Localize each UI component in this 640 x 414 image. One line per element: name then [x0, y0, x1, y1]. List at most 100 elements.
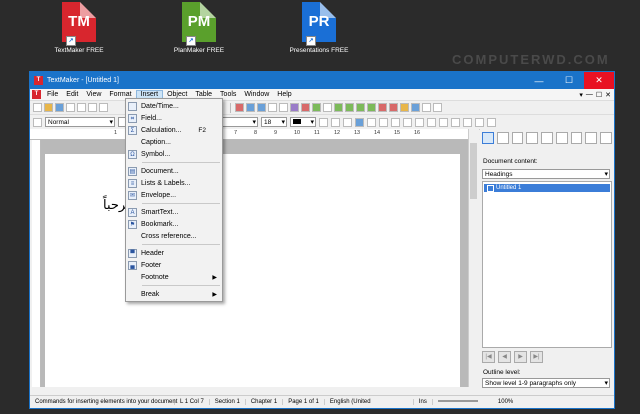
accept-change-icon[interactable] — [356, 103, 365, 112]
menu-item-header[interactable]: ▀ Header — [126, 247, 222, 259]
vertical-ruler[interactable] — [32, 140, 41, 387]
cut-icon[interactable] — [99, 103, 108, 112]
vertical-scrollbar[interactable] — [468, 129, 479, 387]
print-icon[interactable] — [66, 103, 75, 112]
indent-icon[interactable] — [463, 117, 472, 127]
app-icon[interactable]: T — [34, 76, 43, 85]
grid-toggle-icon[interactable] — [433, 103, 442, 112]
field-icon[interactable] — [312, 103, 321, 112]
status-mode[interactable]: Ins — [414, 399, 433, 405]
next-change-icon[interactable] — [378, 103, 387, 112]
outline-level-select[interactable]: Show level 1-9 paragraphs only — [482, 378, 610, 389]
symbol-icon[interactable] — [323, 103, 332, 112]
scrollbar-thumb[interactable] — [470, 143, 477, 199]
numbering-icon[interactable] — [439, 117, 448, 127]
status-language[interactable]: English (United — [325, 399, 414, 405]
document-content-tab-icon[interactable] — [482, 132, 494, 144]
open-folder-icon[interactable] — [44, 103, 53, 112]
horizontal-ruler[interactable]: 1 2 3 4 5 6 7 8 9 10 11 12 13 14 15 16 — [30, 129, 470, 140]
rtl-icon[interactable] — [415, 117, 424, 127]
menu-item-footer[interactable]: ▄ Footer — [126, 259, 222, 271]
bullets-icon[interactable] — [427, 117, 436, 127]
comment-icon[interactable] — [345, 103, 354, 112]
menu-item-lists-labels[interactable]: ≡ Lists & Labels... — [126, 177, 222, 189]
desktop-icon-textmaker[interactable]: TM ↗ TextMaker FREE — [44, 2, 114, 54]
prev-change-icon[interactable] — [389, 103, 398, 112]
menu-item-date-time[interactable]: Date/Time... — [126, 100, 222, 112]
insert-textframe-icon[interactable] — [268, 103, 277, 112]
align-right-icon[interactable] — [379, 117, 388, 127]
menu-item-symbol[interactable]: Ω Symbol... — [126, 148, 222, 160]
drawing-icon[interactable] — [290, 103, 299, 112]
menu-item-footnote[interactable]: Footnote ▶ — [126, 271, 222, 283]
bold-icon[interactable] — [319, 117, 328, 127]
shading-icon[interactable] — [487, 117, 496, 127]
first-item-button[interactable]: |◀ — [482, 351, 495, 363]
menu-tools[interactable]: Tools — [216, 91, 240, 98]
maximize-button[interactable]: ☐ — [554, 75, 584, 86]
fields-tab-icon[interactable] — [585, 132, 598, 144]
text-color-select[interactable] — [290, 117, 316, 128]
objects-tab-icon[interactable] — [511, 132, 524, 144]
doc-minimize-button[interactable]: — — [586, 91, 593, 99]
close-button[interactable]: ✕ — [584, 72, 614, 89]
menu-help[interactable]: Help — [273, 91, 295, 98]
menu-format[interactable]: Format — [105, 91, 135, 98]
doc-restore-button[interactable]: ☐ — [596, 91, 602, 99]
menu-item-smarttext[interactable]: A SmartText... — [126, 206, 222, 218]
changes-tab-icon[interactable] — [555, 132, 568, 144]
previous-item-button[interactable]: ◀ — [498, 351, 511, 363]
menu-view[interactable]: View — [82, 91, 105, 98]
paragraph-style-icon[interactable] — [33, 117, 42, 127]
references-tab-icon[interactable] — [570, 132, 583, 144]
align-left-icon[interactable] — [355, 117, 364, 127]
underline-icon[interactable] — [343, 117, 352, 127]
menu-item-cross-reference[interactable]: Cross reference... — [126, 230, 222, 242]
menu-file[interactable]: File — [43, 91, 62, 98]
menu-item-calculation[interactable]: Σ Calculation... F2 — [126, 124, 222, 136]
menu-item-envelope[interactable]: ✉ Envelope... — [126, 189, 222, 201]
save-icon[interactable] — [55, 103, 64, 112]
bookmarks-tab-icon[interactable] — [526, 132, 539, 144]
ltr-icon[interactable] — [403, 117, 412, 127]
reject-change-icon[interactable] — [367, 103, 376, 112]
sidebar-toggle-icon[interactable] — [411, 103, 420, 112]
font-size-select[interactable]: 18 — [261, 117, 287, 128]
next-item-button[interactable]: ▶ — [514, 351, 527, 363]
menu-item-document[interactable]: ▤ Document... — [126, 165, 222, 177]
insert-picture-icon[interactable] — [246, 103, 255, 112]
textart-icon[interactable] — [301, 103, 310, 112]
zoom-slider[interactable] — [433, 399, 493, 405]
menu-edit[interactable]: Edit — [62, 91, 82, 98]
new-document-icon[interactable] — [33, 103, 42, 112]
outdent-icon[interactable] — [451, 117, 460, 127]
ruler-toggle-icon[interactable] — [422, 103, 431, 112]
pictures-tab-icon[interactable] — [600, 132, 613, 144]
menu-window[interactable]: Window — [240, 91, 273, 98]
document-content-select[interactable]: Headings — [482, 169, 610, 180]
document-menu-icon[interactable]: T — [32, 90, 41, 99]
borders-icon[interactable] — [475, 117, 484, 127]
spellcheck-icon[interactable] — [88, 103, 97, 112]
minimize-button[interactable]: — — [524, 76, 554, 86]
styles-tab-icon[interactable] — [496, 132, 509, 144]
insert-chart-icon[interactable] — [257, 103, 266, 112]
tree-item-untitled[interactable]: Untitled 1 — [484, 184, 610, 192]
document-page[interactable]: مرحباً — [45, 154, 460, 387]
track-changes-icon[interactable] — [334, 103, 343, 112]
desktop-icon-planmaker[interactable]: PM ↗ PlanMaker FREE — [164, 2, 234, 54]
menu-object[interactable]: Object — [163, 91, 191, 98]
menu-item-field[interactable]: ⌗ Field... — [126, 112, 222, 124]
justify-icon[interactable] — [391, 117, 400, 127]
doc-close-button[interactable]: ✕ — [605, 91, 611, 99]
navigate-icon[interactable] — [400, 103, 409, 112]
document-content-tree[interactable]: Untitled 1 — [482, 181, 612, 348]
menu-item-bookmark[interactable]: ⚑ Bookmark... — [126, 218, 222, 230]
paragraph-style-select[interactable]: Normal — [45, 117, 115, 128]
align-center-icon[interactable] — [367, 117, 376, 127]
menu-item-break[interactable]: Break ▶ — [126, 288, 222, 300]
horizontal-scrollbar[interactable] — [41, 387, 478, 394]
last-item-button[interactable]: ▶| — [530, 351, 543, 363]
doc-menu-arrow-icon[interactable]: ▾ — [579, 91, 583, 99]
desktop-icon-presentations[interactable]: PR ↗ Presentations FREE — [284, 2, 354, 54]
